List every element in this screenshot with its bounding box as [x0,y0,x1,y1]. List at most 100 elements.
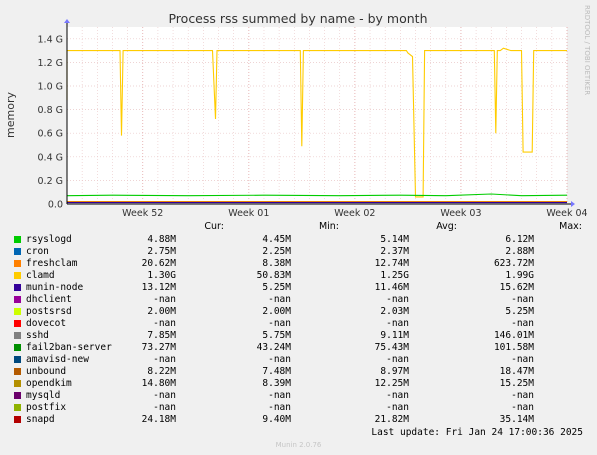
legend-value-avg: -nan [386,294,409,305]
legend-value-max: 623.72M [493,258,534,269]
legend-value-max: 101.58M [493,342,534,353]
legend-value-avg: 9.11M [380,330,409,341]
legend-value-cur: 14.80M [141,378,176,389]
legend-series-name: amavisd-new [26,354,89,365]
legend-series-name: rsyslogd [26,234,72,245]
legend-value-avg: -nan [386,354,409,365]
legend-value-min: -nan [268,402,291,413]
legend-header-cur: Cur: [204,221,224,232]
legend-value-cur: -nan [153,294,176,305]
legend-value-cur: 1.30G [147,270,176,281]
legend-row: munin-node 13.12M 5.25M 11.46M 15.62M [0,282,597,294]
legend-series-name: dovecot [26,318,67,329]
legend-value-max: 146.01M [493,330,534,341]
legend-value-cur: -nan [153,390,176,401]
legend-row: freshclam 20.62M 8.38M 12.74M 623.72M [0,258,597,270]
legend-series-name: opendkim [26,378,72,389]
legend-value-min: -nan [268,390,291,401]
legend-value-avg: -nan [386,402,409,413]
legend-value-cur: 2.00M [147,306,176,317]
legend-row: dovecot -nan -nan -nan -nan [0,318,597,330]
legend-swatch [14,272,21,279]
legend-value-cur: 2.75M [147,246,176,257]
legend-value-max: -nan [511,318,534,329]
legend-value-min: 5.25M [262,282,291,293]
legend-swatch [14,404,21,411]
legend-value-max: -nan [511,402,534,413]
legend-row: fail2ban-server 73.27M 43.24M 75.43M 101.58M [0,342,597,354]
legend-value-avg: 2.03M [380,306,409,317]
legend-swatch [14,356,21,363]
legend-row: postsrsd 2.00M 2.00M 2.03M 5.25M [0,306,597,318]
legend-series-name: dhclient [26,294,72,305]
legend-value-min: 8.38M [262,258,291,269]
legend-series-name: unbound [26,366,67,377]
legend-row: unbound 8.22M 7.48M 8.97M 18.47M [0,366,597,378]
legend-value-avg: 8.97M [380,366,409,377]
legend-value-min: -nan [268,318,291,329]
legend-value-max: 2.88M [505,246,534,257]
legend-value-min: -nan [268,294,291,305]
legend-value-cur: 73.27M [141,342,176,353]
legend-value-avg: 21.82M [374,414,409,425]
legend-value-avg: 5.14M [380,234,409,245]
legend-value-max: 6.12M [505,234,534,245]
legend-swatch [14,344,21,351]
legend-row: clamd 1.30G 50.83M 1.25G 1.99G [0,270,597,282]
legend-swatch [14,320,21,327]
legend-row: postfix -nan -nan -nan -nan [0,402,597,414]
legend-value-max: -nan [511,390,534,401]
legend-value-cur: -nan [153,354,176,365]
legend-value-min: 43.24M [256,342,291,353]
legend-series-name: freshclam [26,258,78,269]
legend-series-name: mysqld [26,390,61,401]
legend-row: dhclient -nan -nan -nan -nan [0,294,597,306]
legend-swatch [14,392,21,399]
legend-series-name: clamd [26,270,55,281]
legend-swatch [14,308,21,315]
legend-row: cron 2.75M 2.25M 2.37M 2.88M [0,246,597,258]
legend-value-avg: 11.46M [374,282,409,293]
legend-swatch [14,368,21,375]
legend-series-name: cron [26,246,49,257]
legend-swatch [14,416,21,423]
legend-value-max: 18.47M [499,366,534,377]
legend-swatch [14,284,21,291]
legend-swatch [14,380,21,387]
legend-value-min: 5.75M [262,330,291,341]
legend-value-cur: 7.85M [147,330,176,341]
legend-value-max: 1.99G [505,270,534,281]
legend-swatch [14,260,21,267]
legend-value-max: -nan [511,354,534,365]
legend-value-avg: 2.37M [380,246,409,257]
legend-value-max: 15.25M [499,378,534,389]
legend: Cur: Min: Avg: Max: rsyslogd 4.88M 4.45M 5.… [0,0,597,455]
legend-value-avg: -nan [386,318,409,329]
legend-header-min: Min: [318,221,339,232]
legend-swatch [14,236,21,243]
legend-row: snapd 24.18M 9.40M 21.82M 35.14M [0,414,597,426]
legend-value-min: 7.48M [262,366,291,377]
legend-value-avg: 12.25M [374,378,409,389]
legend-series-name: postfix [26,402,67,413]
legend-value-avg: 75.43M [374,342,409,353]
last-update: Last update: Fri Jan 24 17:00:36 2025 [371,427,583,438]
legend-row: rsyslogd 4.88M 4.45M 5.14M 6.12M [0,234,597,246]
legend-value-min: 2.00M [262,306,291,317]
legend-value-min: 4.45M [262,234,291,245]
legend-series-name: postsrsd [26,306,72,317]
legend-value-cur: 24.18M [141,414,176,425]
munin-version: Munin 2.0.76 [275,441,322,449]
legend-header-max: Max: [559,221,582,232]
legend-value-avg: 12.74M [374,258,409,269]
legend-series-name: snapd [26,414,55,425]
legend-row: sshd 7.85M 5.75M 9.11M 146.01M [0,330,597,342]
legend-row: amavisd-new -nan -nan -nan -nan [0,354,597,366]
legend-value-cur: 13.12M [141,282,176,293]
legend-value-avg: -nan [386,390,409,401]
legend-value-min: -nan [268,354,291,365]
legend-series-name: munin-node [26,282,84,293]
legend-value-cur: 8.22M [147,366,176,377]
legend-value-cur: -nan [153,402,176,413]
legend-swatch [14,248,21,255]
